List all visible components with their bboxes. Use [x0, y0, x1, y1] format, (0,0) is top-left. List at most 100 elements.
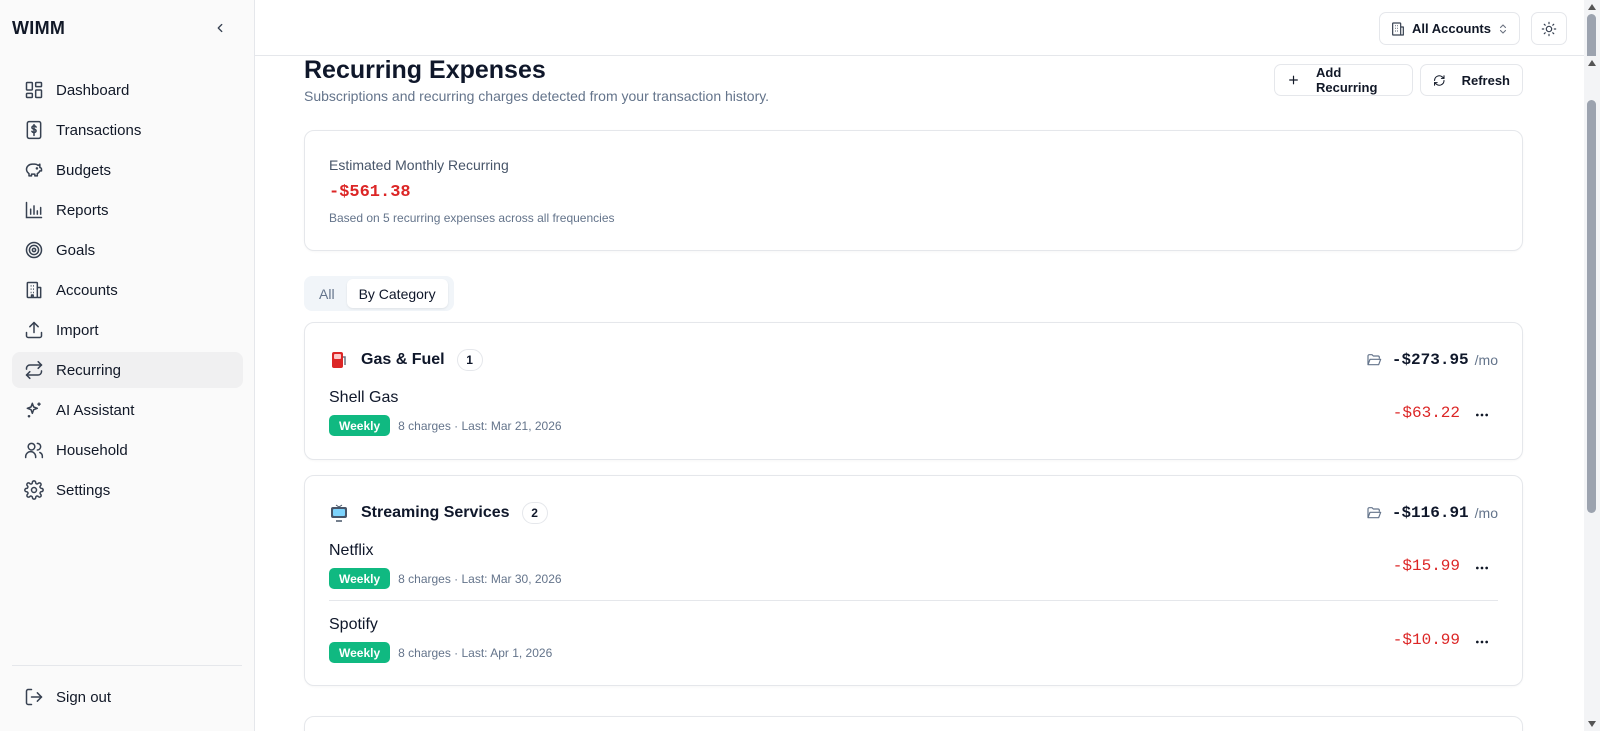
bar-chart-icon [25, 201, 43, 219]
add-recurring-label: Add Recurring [1316, 65, 1378, 95]
category-total-group: -$116.91 /mo [1366, 504, 1498, 522]
brand-row: WIMM [0, 0, 254, 56]
recurring-item-amount: -$10.99 [1392, 631, 1460, 649]
refresh-button[interactable]: Refresh [1420, 64, 1523, 96]
theme-toggle-button[interactable] [1531, 12, 1567, 45]
more-horizontal-icon [1476, 566, 1488, 570]
top-bar: All Accounts [255, 0, 1600, 56]
more-horizontal-icon [1476, 413, 1488, 417]
category-per-month: /mo [1474, 505, 1498, 521]
refresh-icon [1434, 74, 1445, 86]
building-icon [26, 281, 42, 299]
folder-open-icon [1367, 354, 1382, 366]
frequency-badge: Weekly [329, 642, 391, 663]
recurring-item-info: 8 charges · Last: Mar 21, 2026 [398, 418, 562, 433]
plus-icon [1289, 75, 1298, 85]
category-total-group: -$273.95 /mo [1366, 351, 1498, 369]
log-out-icon [25, 688, 43, 706]
monthly-summary-card: Estimated Monthly Recurring -$561.38 Bas… [304, 130, 1523, 251]
category-per-month: /mo [1474, 352, 1498, 368]
category-name: Streaming Services [361, 504, 510, 521]
sidebar-item-dashboard[interactable]: Dashboard [12, 72, 243, 108]
recurring-item-name: Netflix [329, 542, 374, 559]
sidebar-item-household[interactable]: Household [12, 432, 243, 468]
summary-value: -$561.38 [329, 183, 411, 202]
scrollbar-track [1584, 56, 1600, 731]
sidebar: WIMM Dashboard Transactions Budgets Repo… [0, 0, 255, 731]
recurring-item-meta: Weekly 8 charges · Last: Apr 1, 2026 [329, 642, 552, 663]
sidebar-item-ai-assistant[interactable]: AI Assistant [12, 392, 243, 428]
recurring-item-meta: Weekly 8 charges · Last: Mar 21, 2026 [329, 415, 562, 436]
scrollbar-thumb-top[interactable] [1587, 14, 1596, 56]
category-card-gas-fuel: Gas & Fuel 1 -$273.95 /mo Shell Gas Week… [304, 322, 1523, 460]
sidebar-item-budgets[interactable]: Budgets [12, 152, 243, 188]
app-logo: WIMM [12, 17, 66, 38]
category-total: -$273.95 [1391, 351, 1469, 369]
tab-all[interactable]: All [307, 279, 347, 308]
sidebar-item-transactions[interactable]: Transactions [12, 112, 243, 148]
page-subtitle: Subscriptions and recurring charges dete… [304, 88, 770, 104]
sidebar-item-label: Recurring [56, 361, 122, 379]
recurring-item-info: 8 charges · Last: Apr 1, 2026 [398, 645, 553, 660]
category-name: Gas & Fuel [361, 351, 445, 368]
account-selector-value: All Accounts [1412, 21, 1491, 36]
sidebar-nav: Dashboard Transactions Budgets Reports G… [12, 72, 243, 512]
sign-out-label: Sign out [56, 688, 112, 706]
sign-out-button[interactable]: Sign out [12, 679, 243, 715]
scroll-down-arrow[interactable] [1588, 721, 1596, 727]
frequency-badge: Weekly [329, 568, 391, 589]
chevron-left-icon [217, 23, 223, 33]
sidebar-item-label: Goals [56, 241, 96, 259]
users-icon [24, 442, 44, 459]
sidebar-item-reports[interactable]: Reports [12, 192, 243, 228]
recurring-item-meta: Weekly 8 charges · Last: Mar 30, 2026 [329, 568, 562, 589]
row-divider [329, 600, 1498, 601]
refresh-label: Refresh [1461, 72, 1510, 88]
frequency-badge: Weekly [329, 415, 391, 436]
scroll-up-arrow[interactable] [1588, 60, 1596, 66]
collapse-sidebar-button[interactable] [206, 14, 234, 42]
add-recurring-button[interactable]: Add Recurring [1274, 64, 1413, 96]
piggy-bank-icon [25, 163, 43, 177]
more-options-button[interactable] [1470, 403, 1494, 427]
account-selector[interactable]: All Accounts [1379, 12, 1520, 45]
dashboard-icon [25, 81, 43, 99]
sidebar-divider [12, 665, 242, 666]
summary-note: Based on 5 recurring expenses across all… [329, 211, 615, 225]
upload-icon [25, 321, 43, 339]
scroll-up-arrow[interactable] [1588, 4, 1596, 10]
sidebar-item-label: Accounts [56, 281, 118, 299]
sidebar-item-accounts[interactable]: Accounts [12, 272, 243, 308]
sidebar-item-label: Dashboard [56, 81, 130, 99]
category-count-badge: 1 [456, 349, 483, 371]
category-card-streaming-services: Streaming Services 2 -$116.91 /mo Netfli… [304, 475, 1523, 686]
tv-icon [329, 503, 349, 523]
sidebar-item-goals[interactable]: Goals [12, 232, 243, 268]
target-icon [25, 241, 43, 259]
summary-label: Estimated Monthly Recurring [329, 157, 509, 173]
sidebar-item-recurring[interactable]: Recurring [12, 352, 243, 388]
recurring-item-row: Spotify Weekly 8 charges · Last: Apr 1, … [329, 616, 1498, 676]
sidebar-item-label: Reports [56, 201, 109, 219]
sidebar-item-label: Transactions [56, 121, 142, 139]
page-title: Recurring Expenses [304, 56, 546, 84]
more-options-button[interactable] [1470, 630, 1494, 654]
sidebar-item-settings[interactable]: Settings [12, 472, 243, 508]
repeat-icon [25, 360, 43, 380]
scrollbar-thumb[interactable] [1587, 100, 1596, 513]
building-icon [1392, 21, 1404, 36]
main-content: Recurring Expenses Subscriptions and rec… [255, 56, 1584, 731]
recurring-item-row: Shell Gas Weekly 8 charges · Last: Mar 2… [329, 389, 1498, 449]
more-options-button[interactable] [1470, 556, 1494, 580]
recurring-item-amount: -$15.99 [1392, 557, 1460, 575]
category-header: Streaming Services 2 -$116.91 /mo [329, 500, 1498, 526]
folder-open-icon [1367, 507, 1382, 519]
sidebar-item-import[interactable]: Import [12, 312, 243, 348]
category-count-badge: 2 [521, 502, 548, 524]
more-horizontal-icon [1476, 640, 1488, 644]
category-total: -$116.91 [1391, 504, 1469, 522]
sun-icon [1541, 21, 1557, 36]
sidebar-item-label: AI Assistant [56, 401, 135, 419]
tab-by-category[interactable]: By Category [346, 279, 448, 308]
dollar-receipt-icon [26, 120, 42, 140]
